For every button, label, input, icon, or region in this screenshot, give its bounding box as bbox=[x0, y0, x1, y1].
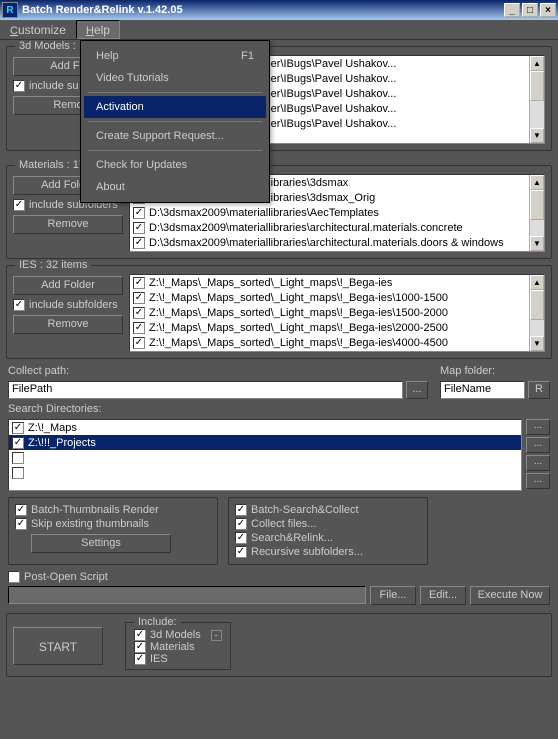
list-item: ✓D:\3dsmax2009\materiallibraries\archite… bbox=[130, 220, 544, 235]
maximize-button[interactable]: □ bbox=[522, 3, 538, 17]
list-item bbox=[9, 450, 521, 465]
search-relink-checkbox[interactable]: ✓Search&Relink... bbox=[235, 532, 421, 544]
edit-button[interactable]: Edit... bbox=[420, 586, 466, 605]
browse-dir-button[interactable]: ... bbox=[526, 419, 550, 435]
menu-help-item[interactable]: HelpF1 bbox=[84, 45, 266, 67]
browse-dir-button[interactable]: ... bbox=[526, 455, 550, 471]
menu-bar: Customize Help bbox=[0, 20, 558, 40]
list-item: ✓Z:\!_Maps\_Maps_sorted\_Light_maps\!_Be… bbox=[130, 335, 544, 350]
browse-collect-path-button[interactable]: ... bbox=[406, 381, 428, 399]
menu-separator bbox=[88, 150, 262, 151]
group-title-models: 3d Models : bbox=[15, 40, 80, 52]
search-dirs-listbox[interactable]: ✓Z:\!_Maps ✓Z:\!!!_Projects bbox=[8, 419, 522, 491]
scrollbar[interactable]: ▲▼ bbox=[529, 275, 544, 351]
post-open-script-field[interactable] bbox=[8, 586, 366, 604]
collect-files-checkbox[interactable]: ✓Collect files... bbox=[235, 518, 421, 530]
list-item: ✓Z:\!_Maps\_Maps_sorted\_Light_maps\!_Be… bbox=[130, 320, 544, 335]
map-folder-label: Map folder: bbox=[440, 365, 550, 377]
browse-dir-button[interactable]: ... bbox=[526, 473, 550, 489]
search-dirs-label: Search Directories: bbox=[8, 403, 550, 415]
menu-about[interactable]: About bbox=[84, 176, 266, 198]
scrollbar[interactable]: ▲▼ bbox=[529, 175, 544, 251]
include-3d-models-checkbox[interactable]: ✓3d Models - bbox=[134, 629, 222, 641]
list-item: ✓Z:\!_Maps\_Maps_sorted\_Light_maps\!_Be… bbox=[130, 305, 544, 320]
remove-button[interactable]: Remove bbox=[13, 215, 123, 234]
menu-customize[interactable]: Customize bbox=[0, 20, 76, 39]
menu-help[interactable]: Help bbox=[76, 20, 120, 39]
menu-support[interactable]: Create Support Request... bbox=[84, 125, 266, 147]
include-title: Include: bbox=[134, 616, 181, 628]
start-button[interactable]: START bbox=[13, 627, 103, 665]
list-item: ✓Z:\!_Maps\_Maps_sorted\_Light_maps\!_Be… bbox=[130, 275, 544, 290]
menu-separator bbox=[88, 121, 262, 122]
menu-activation[interactable]: Activation bbox=[84, 96, 266, 118]
dash-icon[interactable]: - bbox=[211, 630, 222, 641]
minimize-button[interactable]: _ bbox=[504, 3, 520, 17]
remove-button[interactable]: Remove bbox=[13, 315, 123, 334]
menu-video-tutorials[interactable]: Video Tutorials bbox=[84, 67, 266, 89]
list-item: ✓D:\3dsmax2009\materiallibraries\AecTemp… bbox=[130, 205, 544, 220]
ies-listbox[interactable]: ✓Z:\!_Maps\_Maps_sorted\_Light_maps\!_Be… bbox=[129, 274, 545, 352]
file-button[interactable]: File... bbox=[370, 586, 416, 605]
group-title-materials: Materials : 17 bbox=[15, 159, 89, 171]
add-folder-button[interactable]: Add Folder bbox=[13, 276, 123, 295]
group-title-ies: IES : 32 items bbox=[15, 259, 91, 271]
collect-path-input[interactable]: FilePath bbox=[8, 381, 403, 399]
title-bar: R Batch Render&Relink v.1.42.05 _ □ × bbox=[0, 0, 558, 20]
collect-path-label: Collect path: bbox=[8, 365, 428, 377]
reset-map-button[interactable]: R bbox=[528, 381, 550, 399]
batch-search-collect-checkbox[interactable]: ✓Batch-Search&Collect bbox=[235, 504, 421, 516]
help-dropdown: HelpF1 Video Tutorials Activation Create… bbox=[80, 40, 270, 203]
batch-thumbnails-checkbox[interactable]: ✓Batch-Thumbnails Render bbox=[15, 504, 211, 516]
close-button[interactable]: × bbox=[540, 3, 556, 17]
list-item: ✓Z:\!!!_Projects bbox=[9, 435, 521, 450]
map-folder-input[interactable]: FileName bbox=[440, 381, 525, 399]
list-item: ✓Z:\!_Maps bbox=[9, 420, 521, 435]
include-box: Include: ✓3d Models - ✓Materials ✓IES bbox=[125, 622, 231, 670]
menu-separator bbox=[88, 92, 262, 93]
group-ies: IES : 32 items Add Folder ✓include subfo… bbox=[6, 265, 552, 359]
window-title: Batch Render&Relink v.1.42.05 bbox=[22, 4, 504, 16]
batch-search-collect-box: ✓Batch-Search&Collect ✓Collect files... … bbox=[228, 497, 428, 565]
batch-thumbnails-box: ✓Batch-Thumbnails Render ✓Skip existing … bbox=[8, 497, 218, 565]
post-open-script-checkbox[interactable]: Post-Open Script bbox=[8, 571, 550, 583]
list-item bbox=[9, 465, 521, 480]
include-subfolders-checkbox[interactable]: ✓include subfolders bbox=[13, 299, 123, 311]
settings-button[interactable]: Settings bbox=[31, 534, 171, 553]
skip-existing-checkbox[interactable]: ✓Skip existing thumbnails bbox=[15, 518, 211, 530]
app-icon: R bbox=[2, 2, 18, 18]
group-start: START Include: ✓3d Models - ✓Materials ✓… bbox=[6, 613, 552, 677]
recursive-subfolders-checkbox[interactable]: ✓Recursive subfolders... bbox=[235, 546, 421, 558]
browse-dir-button[interactable]: ... bbox=[526, 437, 550, 453]
include-ies-checkbox[interactable]: ✓IES bbox=[134, 653, 222, 665]
list-item: ✓D:\3dsmax2009\materiallibraries\archite… bbox=[130, 235, 544, 250]
execute-now-button[interactable]: Execute Now bbox=[470, 586, 550, 605]
include-materials-checkbox[interactable]: ✓Materials bbox=[134, 641, 222, 653]
scrollbar[interactable]: ▲▼ bbox=[529, 56, 544, 143]
list-item: ✓Z:\!_Maps\_Maps_sorted\_Light_maps\!_Be… bbox=[130, 290, 544, 305]
menu-updates[interactable]: Check for Updates bbox=[84, 154, 266, 176]
